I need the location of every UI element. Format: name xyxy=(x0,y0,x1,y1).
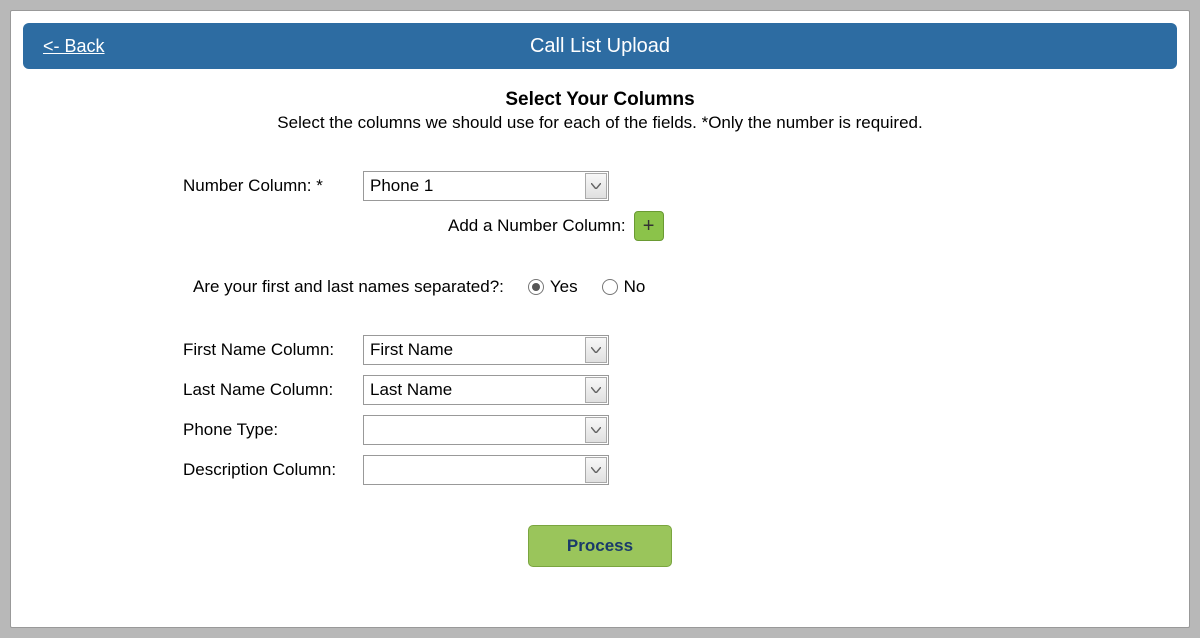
first-name-row: First Name Column: First Name xyxy=(183,335,1177,365)
last-name-label: Last Name Column: xyxy=(183,380,363,400)
last-name-value: Last Name xyxy=(370,380,452,400)
radio-yes[interactable]: Yes xyxy=(528,277,578,297)
number-column-select[interactable]: Phone 1 xyxy=(363,171,609,201)
section-title: Select Your Columns xyxy=(23,89,1177,111)
phone-type-label: Phone Type: xyxy=(183,420,363,440)
main-panel: <- Back Call List Upload Select Your Col… xyxy=(10,10,1190,628)
add-number-label: Add a Number Column: xyxy=(448,216,626,236)
radio-dot-icon xyxy=(532,283,540,291)
chevron-down-icon xyxy=(585,173,607,199)
description-row: Description Column: xyxy=(183,455,1177,485)
radio-circle-icon xyxy=(528,279,544,295)
description-label: Description Column: xyxy=(183,460,363,480)
number-column-value: Phone 1 xyxy=(370,176,433,196)
chevron-down-icon xyxy=(585,337,607,363)
process-button-wrap: Process xyxy=(23,525,1177,567)
section-description: Select the columns we should use for eac… xyxy=(23,113,1177,133)
page-title: Call List Upload xyxy=(530,35,670,58)
back-link[interactable]: <- Back xyxy=(43,36,105,57)
names-separated-row: Are your first and last names separated?… xyxy=(193,277,1177,297)
phone-type-select[interactable] xyxy=(363,415,609,445)
first-name-value: First Name xyxy=(370,340,453,360)
last-name-row: Last Name Column: Last Name xyxy=(183,375,1177,405)
radio-no[interactable]: No xyxy=(602,277,646,297)
radio-no-label: No xyxy=(624,277,646,297)
form-area: Number Column: * Phone 1 Add a Number Co… xyxy=(183,171,1177,485)
first-name-label: First Name Column: xyxy=(183,340,363,360)
chevron-down-icon xyxy=(585,417,607,443)
radio-yes-label: Yes xyxy=(550,277,578,297)
plus-icon: + xyxy=(643,215,655,238)
last-name-select[interactable]: Last Name xyxy=(363,375,609,405)
add-number-button[interactable]: + xyxy=(634,211,664,241)
phone-type-row: Phone Type: xyxy=(183,415,1177,445)
radio-group: Yes No xyxy=(528,277,645,297)
add-number-row: Add a Number Column: + xyxy=(448,211,1177,241)
description-select[interactable] xyxy=(363,455,609,485)
names-separated-label: Are your first and last names separated?… xyxy=(193,277,504,297)
number-column-row: Number Column: * Phone 1 xyxy=(183,171,1177,201)
header-bar: <- Back Call List Upload xyxy=(23,23,1177,69)
content-area: Select Your Columns Select the columns w… xyxy=(23,69,1177,567)
process-button[interactable]: Process xyxy=(528,525,672,567)
chevron-down-icon xyxy=(585,457,607,483)
chevron-down-icon xyxy=(585,377,607,403)
radio-circle-icon xyxy=(602,279,618,295)
first-name-select[interactable]: First Name xyxy=(363,335,609,365)
number-column-label: Number Column: * xyxy=(183,176,363,196)
